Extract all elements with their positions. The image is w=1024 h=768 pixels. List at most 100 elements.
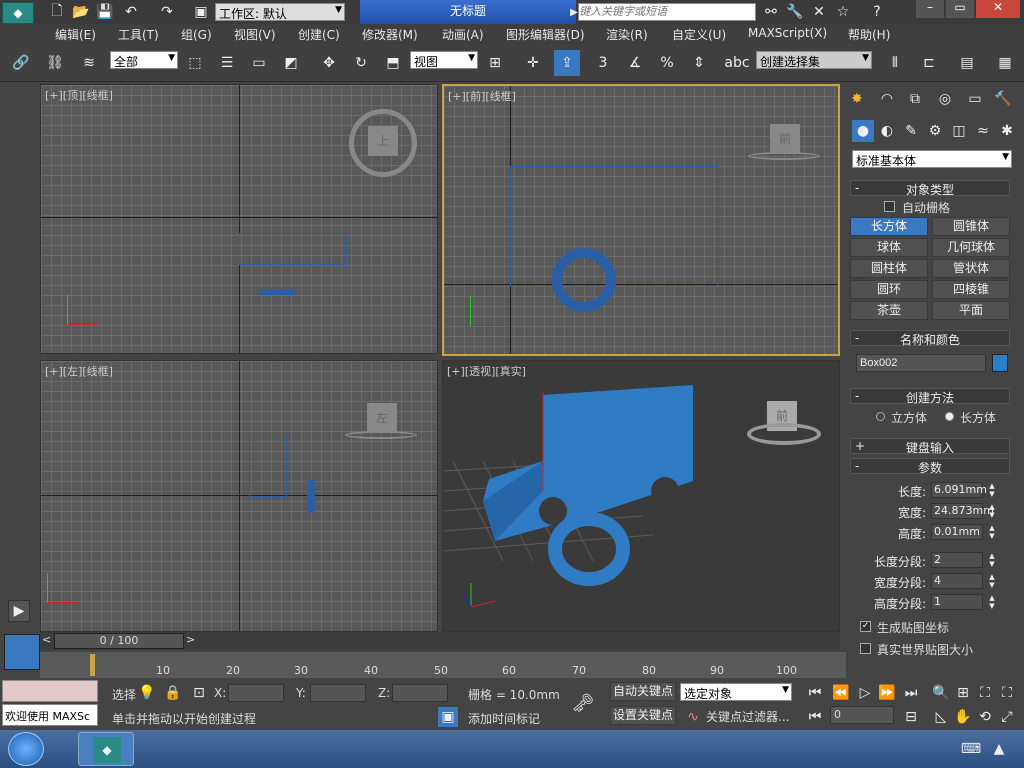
keyboard-shortcut-override-icon[interactable]: ⇪: [554, 50, 580, 76]
named-selection-set-dropdown[interactable]: 创建选择集 ▼: [756, 51, 872, 69]
zoom-extents-icon[interactable]: ⛶: [974, 682, 996, 704]
time-slider[interactable]: < 0 / 100 >: [40, 632, 840, 650]
view-cube[interactable]: 上: [349, 109, 417, 177]
add-time-tag[interactable]: 添加时间标记: [468, 710, 540, 727]
undo-icon[interactable]: ↶: [120, 1, 142, 23]
view-cube[interactable]: 左: [345, 401, 417, 441]
edit-named-selection-icon[interactable]: abc: [724, 52, 749, 74]
help-icon[interactable]: ?: [866, 1, 888, 23]
select-by-name-icon[interactable]: ☰: [216, 52, 238, 74]
maxscript-welcome[interactable]: 欢迎使用 MAXSc: [2, 704, 98, 726]
height-field[interactable]: 0.01mm: [931, 524, 983, 540]
zoom-all-icon[interactable]: ⊞: [952, 682, 974, 704]
tray-arrow-icon[interactable]: ▲: [988, 738, 1010, 760]
workspace-dropdown[interactable]: 工作区: 默认 ▼: [215, 3, 345, 21]
menu-graph-editors[interactable]: 图形编辑器(D): [506, 26, 585, 43]
primitive-sphere-button[interactable]: 球体: [850, 238, 928, 257]
subscription-icon[interactable]: 🔧: [784, 1, 806, 23]
width-spinner[interactable]: ▲ ▼: [987, 503, 997, 519]
maxscript-listener-mini[interactable]: [2, 680, 98, 702]
view-cube[interactable]: 前: [748, 118, 820, 162]
height-segs-field[interactable]: 1: [931, 594, 983, 610]
shapes-icon[interactable]: ◐: [876, 120, 898, 142]
spinner-snap-icon[interactable]: ⇕: [688, 52, 710, 74]
prev-key-icon[interactable]: ⏪: [830, 682, 852, 704]
maximize-viewport-icon[interactable]: ⤢: [996, 706, 1018, 728]
box-radio[interactable]: [945, 412, 954, 421]
menu-edit[interactable]: 编辑(E): [55, 26, 96, 43]
real-world-checkbox[interactable]: [860, 643, 871, 654]
menu-modifiers[interactable]: 修改器(M): [362, 26, 418, 43]
menu-view[interactable]: 视图(V): [234, 26, 276, 43]
hierarchy-tab-icon[interactable]: ⧉: [904, 88, 926, 110]
lights-icon[interactable]: ✎: [900, 120, 922, 142]
x-field[interactable]: [228, 684, 284, 702]
unlink-icon[interactable]: ⛓: [44, 52, 66, 74]
rollout-name-color[interactable]: - 名称和颜色: [850, 330, 1010, 347]
favorites-icon[interactable]: ☆: [832, 1, 854, 23]
autogrid-checkbox[interactable]: [884, 201, 895, 212]
primitive-pyramid-button[interactable]: 四棱锥: [932, 280, 1010, 299]
new-file-icon[interactable]: 🗋: [46, 1, 68, 23]
menu-tools[interactable]: 工具(T): [118, 26, 159, 43]
absolute-mode-icon[interactable]: ⊡: [188, 682, 210, 704]
menu-create[interactable]: 创建(C): [298, 26, 340, 43]
field-of-view-icon[interactable]: ◺: [930, 706, 952, 728]
height-spinner[interactable]: ▲ ▼: [987, 524, 997, 540]
key-filters-button[interactable]: 关键点过滤器...: [706, 708, 789, 725]
key-mode-dropdown[interactable]: 选定对象 ▼: [680, 683, 792, 701]
percent-snap-icon[interactable]: %: [656, 52, 678, 74]
primitive-teapot-button[interactable]: 茶壶: [850, 301, 928, 320]
isolate-selection-icon[interactable]: 💡: [136, 682, 158, 704]
pivot-center-icon[interactable]: ⊞: [484, 52, 506, 74]
menu-animation[interactable]: 动画(A): [442, 26, 484, 43]
angle-snap-icon[interactable]: ∡: [624, 52, 646, 74]
goto-start-icon[interactable]: ⏮: [804, 682, 826, 704]
minimize-button[interactable]: –: [916, 0, 944, 18]
viewport-left[interactable]: [+][左][线框] 左: [40, 360, 438, 632]
object-color-swatch[interactable]: [992, 354, 1008, 372]
snap-toggle-icon[interactable]: 3: [592, 52, 614, 74]
align-icon[interactable]: ⊏: [918, 52, 940, 74]
mirror-icon[interactable]: ⫴: [884, 52, 906, 74]
rollout-creation-method[interactable]: - 创建方法: [850, 388, 1010, 405]
rectangular-selection-icon[interactable]: ▭: [248, 52, 270, 74]
current-frame-field[interactable]: 0: [830, 706, 894, 724]
y-field[interactable]: [310, 684, 366, 702]
reference-coordinate-dropdown[interactable]: 视图 ▼: [410, 51, 478, 69]
object-name-field[interactable]: [856, 354, 986, 372]
cube-radio[interactable]: [876, 412, 885, 421]
bind-space-warp-icon[interactable]: ≋: [78, 52, 100, 74]
create-tab-icon[interactable]: ✸: [846, 88, 868, 110]
layer-manager-icon[interactable]: ▤: [956, 52, 978, 74]
binoculars-icon[interactable]: ⚯: [760, 1, 782, 23]
gen-map-checkbox[interactable]: ✓: [860, 621, 871, 632]
display-tab-icon[interactable]: ▭: [964, 88, 986, 110]
modify-tab-icon[interactable]: ◠: [876, 88, 898, 110]
systems-icon[interactable]: ✱: [996, 120, 1018, 142]
selection-filter-dropdown[interactable]: 全部 ▼: [110, 51, 178, 69]
primitive-tube-button[interactable]: 管状体: [932, 259, 1010, 278]
orbit-icon[interactable]: ⟲: [974, 706, 996, 728]
primitive-plane-button[interactable]: 平面: [932, 301, 1010, 320]
viewport-top[interactable]: [+][顶][线框] 上: [40, 84, 438, 354]
viewport-label[interactable]: [+][前][线框]: [448, 88, 516, 104]
rollout-keyboard-entry[interactable]: + 键盘输入: [850, 438, 1010, 455]
track-bar[interactable]: 10 20 30 40 50 60 70 80 90 100: [40, 652, 846, 678]
length-segs-field[interactable]: 2: [931, 552, 983, 568]
viewport-label[interactable]: [+][左][线框]: [45, 363, 113, 379]
length-segs-spinner[interactable]: ▲ ▼: [987, 552, 997, 568]
width-segs-spinner[interactable]: ▲ ▼: [987, 573, 997, 589]
category-dropdown[interactable]: 标准基本体 ▼: [852, 150, 1012, 168]
keyboard-icon[interactable]: ⌨: [960, 738, 982, 760]
set-key-button[interactable]: 设置关键点: [610, 706, 676, 725]
set-key-icon[interactable]: 🗝: [572, 692, 595, 714]
start-button[interactable]: [8, 732, 44, 766]
rollout-parameters[interactable]: - 参数: [850, 458, 1010, 475]
window-crossing-icon[interactable]: ◩: [280, 52, 302, 74]
expand-toggle-icon[interactable]: ▶: [8, 600, 30, 622]
rollout-object-type[interactable]: - 对象类型: [850, 180, 1010, 197]
redo-icon[interactable]: ↷: [156, 1, 178, 23]
primitive-box-button[interactable]: 长方体: [850, 217, 928, 236]
primitive-torus-button[interactable]: 圆环: [850, 280, 928, 299]
